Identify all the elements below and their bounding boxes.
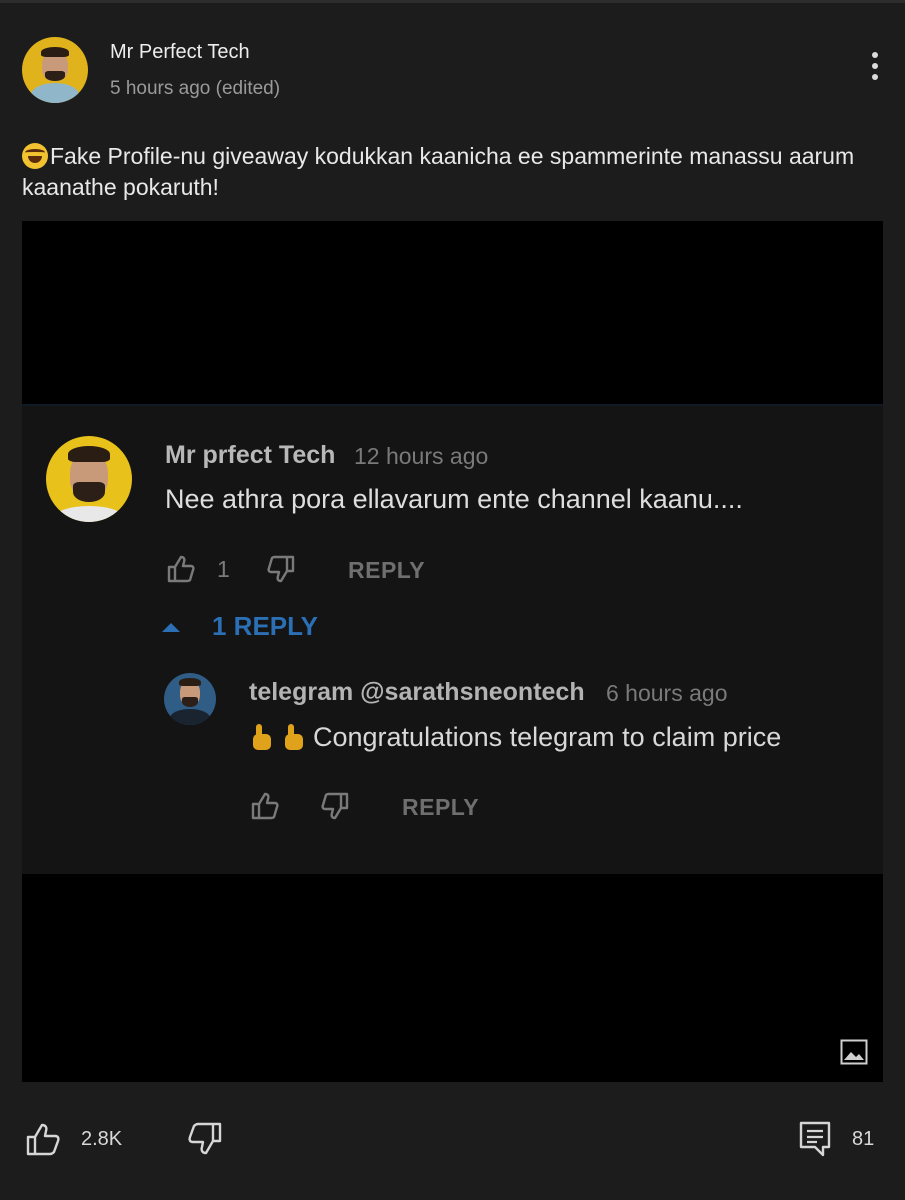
like-count: 2.8K [81,1128,123,1150]
post-image[interactable]: Mr prfect Tech 12 hours ago Nee athra po… [22,221,883,1082]
laughing-emoji-icon [22,143,48,169]
pointing-hand-emoji-icon [249,724,271,750]
dislike-button[interactable] [186,1120,224,1158]
reply-time: 6 hours ago [606,680,728,706]
reply-avatar [164,673,216,725]
reply-body: Congratulations telegram to claim price [313,722,782,752]
channel-avatar[interactable] [22,37,88,103]
pointing-hand-emoji-icon [281,724,303,750]
like-button[interactable] [24,1120,62,1158]
comment-count: 81 [852,1128,875,1150]
thumbs-up-icon [167,555,195,583]
thumbs-down-icon [321,792,349,820]
reply-author: telegram @sarathsneontech [249,678,585,706]
caret-up-icon [162,623,180,632]
image-icon [840,1039,868,1065]
comment-like-count: 1 [217,556,230,582]
post-body: Fake Profile-nu giveaway kodukkan kaanic… [22,143,855,200]
thumbs-down-icon [267,555,295,583]
reply-reply-label: REPLY [402,794,480,820]
reply-text: Congratulations telegram to claim price [249,722,781,753]
post-timestamp: 5 hours ago (edited) [110,78,281,99]
replies-count-label: 1 REPLY [212,611,318,641]
more-options-button[interactable] [862,52,888,88]
channel-name[interactable]: Mr Perfect Tech [110,41,250,64]
top-divider [0,0,905,3]
more-vert-icon [872,52,878,58]
post-action-bar: 2.8K 81 [0,1118,905,1162]
comment-author: Mr prfect Tech [165,441,336,469]
commenter-avatar [46,436,132,522]
comments-button[interactable] [798,1120,832,1158]
comment-time: 12 hours ago [354,443,489,469]
comment-text: Nee athra pora ellavarum ente channel ka… [165,484,743,514]
comment-reply-label: REPLY [348,557,426,583]
thumbs-up-icon [251,792,279,820]
post-text: Fake Profile-nu giveaway kodukkan kaanic… [22,141,882,203]
comment-screenshot: Mr prfect Tech 12 hours ago Nee athra po… [22,404,883,874]
